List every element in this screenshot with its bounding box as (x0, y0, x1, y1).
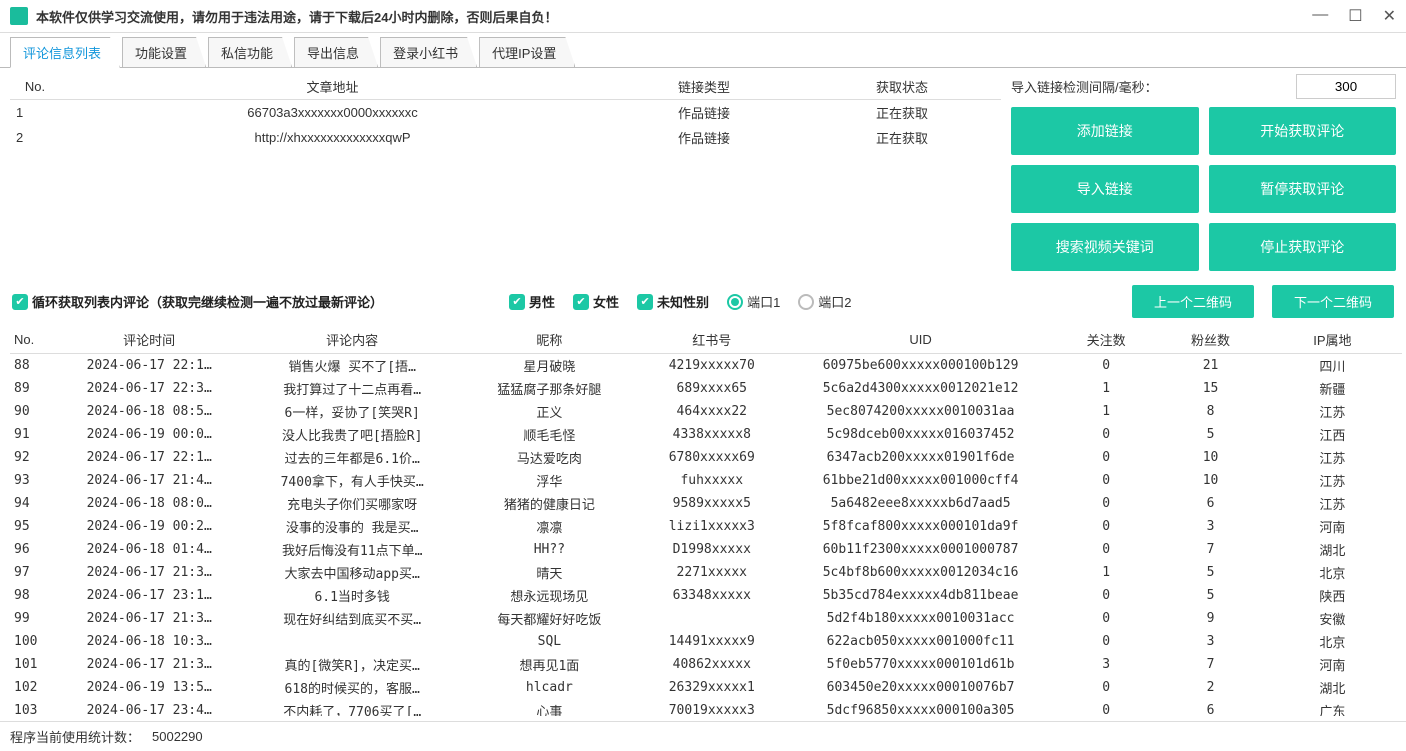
link-row[interactable]: 166703a3xxxxxxx0000xxxxxxc作品链接正在获取 (10, 100, 1001, 126)
unknown-checkbox[interactable]: ✔未知性别 (637, 292, 709, 311)
comment-row[interactable]: 982024-06-17 23:1…6.1当时多钱想永远现场见63348xxxx… (10, 584, 1402, 607)
tab-3[interactable]: 导出信息 (294, 37, 378, 67)
comment-row[interactable]: 892024-06-17 22:3…我打算过了十二点再看…猛猛腐子那条好腿689… (10, 377, 1402, 400)
comment-row[interactable]: 902024-06-18 08:5…6一样，妥协了[笑哭R]正义464xxxx2… (10, 400, 1402, 423)
tab-bar: 评论信息列表功能设置私信功能导出信息登录小红书代理IP设置 (0, 33, 1406, 68)
col-url[interactable]: 文章地址 (60, 74, 605, 100)
interval-input[interactable] (1296, 74, 1396, 99)
minimize-icon[interactable]: — (1312, 6, 1328, 26)
tab-0[interactable]: 评论信息列表 (10, 37, 120, 68)
col-follow[interactable]: 关注数 (1054, 326, 1158, 354)
action-button-3[interactable]: 暂停获取评论 (1209, 165, 1397, 213)
action-button-1[interactable]: 开始获取评论 (1209, 107, 1397, 155)
female-checkbox[interactable]: ✔女性 (573, 292, 619, 311)
col-ip[interactable]: IP属地 (1263, 326, 1402, 354)
comment-row[interactable]: 882024-06-17 22:1…销售火爆 买不了[捂…星月破晓4219xxx… (10, 354, 1402, 378)
col-redid[interactable]: 红书号 (636, 326, 787, 354)
comment-row[interactable]: 1012024-06-17 21:3…真的[微笑R]，决定买…想再见1面4086… (10, 653, 1402, 676)
action-button-2[interactable]: 导入链接 (1011, 165, 1199, 213)
maximize-icon[interactable]: ☐ (1348, 6, 1362, 26)
comment-row[interactable]: 922024-06-17 22:1…过去的三年都是6.1价…马达爱吃肉6780x… (10, 446, 1402, 469)
tab-1[interactable]: 功能设置 (122, 37, 206, 67)
col-content[interactable]: 评论内容 (242, 326, 462, 354)
col-time[interactable]: 评论时间 (56, 326, 242, 354)
comment-row[interactable]: 962024-06-18 01:4…我好后悔没有11点下单…HH??D1998x… (10, 538, 1402, 561)
next-qr-button[interactable]: 下一个二维码 (1272, 285, 1394, 318)
app-icon (10, 7, 28, 25)
port1-radio[interactable]: 端口1 (727, 292, 780, 311)
col-fans[interactable]: 粉丝数 (1158, 326, 1262, 354)
link-row[interactable]: 2http://xhxxxxxxxxxxxxxqwP作品链接正在获取 (10, 125, 1001, 150)
comment-row[interactable]: 912024-06-19 00:0…没人比我贵了吧[捂脸R]顺毛毛怪4338xx… (10, 423, 1402, 446)
comment-row[interactable]: 992024-06-17 21:3…现在好纠结到底买不买…每天都耀好好吃饭5d2… (10, 607, 1402, 630)
status-label: 程序当前使用统计数： (10, 727, 140, 746)
comment-row[interactable]: 932024-06-17 21:4…7400拿下，有人手快买…浮华fuhxxxx… (10, 469, 1402, 492)
col-no[interactable]: No. (10, 326, 56, 354)
prev-qr-button[interactable]: 上一个二维码 (1132, 285, 1254, 318)
tab-4[interactable]: 登录小红书 (380, 37, 477, 67)
comment-grid[interactable]: No. 评论时间 评论内容 昵称 红书号 UID 关注数 粉丝数 IP属地 88… (10, 326, 1402, 716)
col-type[interactable]: 链接类型 (605, 74, 803, 100)
comment-row[interactable]: 952024-06-19 00:2…没事的没事的 我是买…凛凛lizi1xxxx… (10, 515, 1402, 538)
status-value: 5002290 (152, 729, 203, 744)
col-uid[interactable]: UID (787, 326, 1054, 354)
col-no[interactable]: No. (10, 74, 60, 100)
comment-row[interactable]: 1032024-06-17 23:4…不内耗了，7706买了[…心事70019x… (10, 699, 1402, 716)
comment-row[interactable]: 1002024-06-18 10:3…SQL14491xxxxx9622acb0… (10, 630, 1402, 653)
col-status[interactable]: 获取状态 (803, 74, 1001, 100)
male-checkbox[interactable]: ✔男性 (509, 292, 555, 311)
port2-radio[interactable]: 端口2 (798, 292, 851, 311)
tab-2[interactable]: 私信功能 (208, 37, 292, 67)
action-button-4[interactable]: 搜索视频关键词 (1011, 223, 1199, 271)
action-button-0[interactable]: 添加链接 (1011, 107, 1199, 155)
loop-checkbox[interactable]: ✔循环获取列表内评论（获取完继续检测一遍不放过最新评论） (12, 292, 383, 311)
comment-row[interactable]: 972024-06-17 21:3…大家去中国移动app买…晴天2271xxxx… (10, 561, 1402, 584)
interval-label: 导入链接检测间隔/毫秒： (1011, 77, 1296, 96)
col-nick[interactable]: 昵称 (462, 326, 636, 354)
comment-row[interactable]: 1022024-06-19 13:5…618的时候买的，客服…hlcadr263… (10, 676, 1402, 699)
comment-row[interactable]: 942024-06-18 08:0…充电头子你们买哪家呀猪猪的健康日记9589x… (10, 492, 1402, 515)
action-button-5[interactable]: 停止获取评论 (1209, 223, 1397, 271)
window-title: 本软件仅供学习交流使用，请勿用于违法用途，请于下载后24小时内删除，否则后果自负… (36, 7, 1312, 26)
close-icon[interactable]: ✕ (1383, 6, 1396, 26)
link-table: No. 文章地址 链接类型 获取状态 166703a3xxxxxxx0000xx… (10, 74, 1001, 271)
tab-5[interactable]: 代理IP设置 (479, 37, 575, 67)
